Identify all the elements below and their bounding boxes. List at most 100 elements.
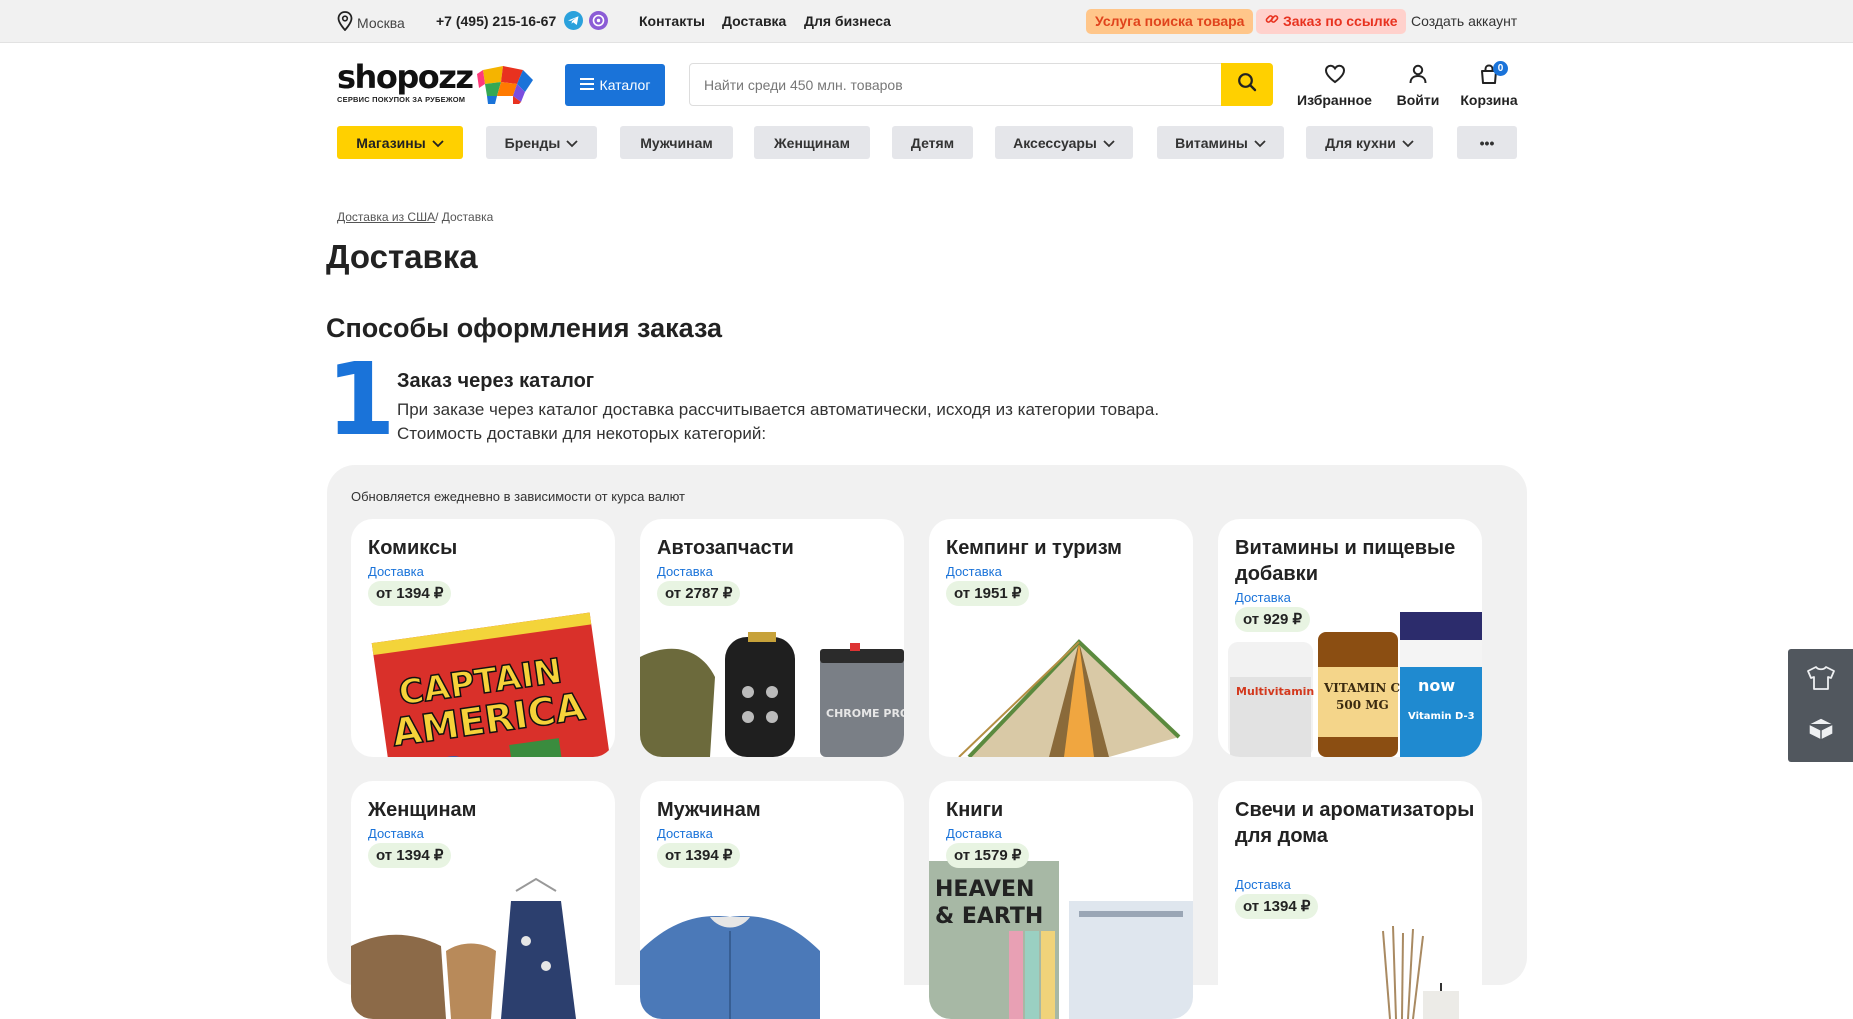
location-pin-icon — [337, 11, 353, 34]
men-clothing-image — [640, 916, 820, 1019]
tent-image — [958, 639, 1181, 757]
category-label: Аксессуары — [1013, 134, 1097, 151]
card-subtitle: Доставка — [657, 826, 713, 841]
card-price: от 1394 ₽ — [657, 843, 741, 868]
card-title: Мужчинам — [657, 799, 761, 821]
vitamin-label-text: 500 MG — [1336, 698, 1389, 712]
cart-button[interactable]: 0 Корзина — [1460, 61, 1518, 108]
card-price: от 1579 ₽ — [946, 843, 1030, 868]
category-card-books[interactable]: Книги Доставка от 1579 ₽ HEAVEN & EARTH — [929, 781, 1193, 1019]
parcel-icon[interactable] — [1805, 715, 1837, 748]
card-price: от 1394 ₽ — [368, 581, 452, 606]
phone-number[interactable]: +7 (495) 215-16-67 — [436, 13, 556, 29]
category-label: Для кухни — [1325, 134, 1396, 151]
business-link[interactable]: Для бизнеса — [804, 13, 891, 29]
create-account-link[interactable]: Создать аккаунт — [1411, 13, 1517, 29]
step-description-line: Стоимость доставки для некоторых категор… — [397, 424, 767, 443]
category-card-men[interactable]: Мужчинам Доставка от 1394 ₽ — [640, 781, 904, 1019]
delivery-link[interactable]: Доставка — [722, 13, 786, 29]
card-title: Автозапчасти — [657, 537, 794, 559]
category-card-comics[interactable]: Комиксы Доставка от 1394 ₽ CAPTAIN AMERI… — [351, 519, 615, 757]
favorites-button[interactable]: Избранное — [1297, 64, 1372, 108]
search-button[interactable] — [1221, 63, 1273, 106]
card-subtitle: Доставка — [368, 564, 424, 579]
breadcrumb-current: / Доставка — [435, 210, 494, 224]
user-icon — [1408, 64, 1428, 87]
book-title-text: HEAVEN — [935, 877, 1034, 902]
category-stores[interactable]: Магазины — [337, 126, 463, 159]
card-price: от 1394 ₽ — [368, 843, 452, 868]
search-service-button[interactable]: Услуга поиска товара — [1086, 9, 1254, 34]
category-label: Магазины — [356, 134, 426, 151]
vitamin-label-text: Vitamin D-3 — [1408, 711, 1475, 722]
card-title: Витамины и пищевые добавки — [1235, 537, 1456, 585]
more-categories-button[interactable]: ••• — [1457, 126, 1517, 159]
step-description-line: При заказе через каталог доставка рассчи… — [397, 400, 1160, 419]
category-kitchen[interactable]: Для кухни — [1306, 126, 1433, 159]
search-box — [689, 63, 1273, 106]
step-title: Заказ через каталог — [397, 370, 595, 392]
category-card-auto-parts[interactable]: Автозапчасти Доставка от 2787 ₽ CHROME P… — [640, 519, 904, 757]
card-price: от 2787 ₽ — [657, 581, 741, 606]
login-label: Войти — [1396, 92, 1440, 108]
category-card-camping[interactable]: Кемпинг и туризм Доставка от 1951 ₽ — [929, 519, 1193, 757]
card-subtitle: Доставка — [946, 826, 1002, 841]
card-title: Книги — [946, 799, 1004, 821]
category-men[interactable]: Мужчинам — [620, 126, 733, 159]
chevron-down-icon — [1254, 135, 1266, 151]
section-title: Способы оформления заказа — [326, 313, 723, 343]
search-input[interactable] — [704, 64, 1224, 105]
card-price: от 929 ₽ — [1235, 607, 1311, 632]
category-kids[interactable]: Детям — [892, 126, 973, 159]
card-title: Женщинам — [368, 799, 477, 821]
chevron-down-icon — [566, 135, 578, 151]
category-brands[interactable]: Бренды — [486, 126, 597, 159]
card-subtitle: Доставка — [657, 564, 713, 579]
vitamin-label-text: VITAMIN C — [1323, 681, 1400, 695]
cart-label: Корзина — [1460, 92, 1518, 108]
cart-count-badge: 0 — [1493, 61, 1508, 76]
category-women[interactable]: Женщинам — [754, 126, 870, 159]
telegram-icon[interactable] — [564, 11, 583, 30]
category-label: Бренды — [504, 134, 561, 151]
breadcrumb: Доставка из США/ Доставка — [337, 210, 493, 224]
battery-brand-text: CHROME PRO — [826, 707, 904, 720]
site-logo[interactable]: shopozz СЕРВИС ПОКУПОК ЗА РУБЕЖОМ — [337, 61, 474, 104]
category-accessories[interactable]: Аксессуары — [995, 126, 1133, 159]
contacts-link[interactable]: Контакты — [639, 13, 705, 29]
category-card-women[interactable]: Женщинам Доставка от 1394 ₽ — [351, 781, 615, 1019]
catalog-label: Каталог — [599, 77, 651, 93]
card-title: Комиксы — [368, 537, 458, 559]
breadcrumb-parent-link[interactable]: Доставка из США — [337, 210, 435, 224]
category-label: Витамины — [1175, 134, 1248, 151]
viber-icon[interactable] — [589, 11, 608, 30]
chevron-down-icon — [1402, 135, 1414, 151]
page-title: Доставка — [326, 238, 478, 275]
candles-image — [1382, 925, 1459, 1019]
order-by-link-label: Заказ по ссылке — [1283, 13, 1398, 29]
link-icon — [1265, 9, 1279, 34]
order-by-link-button[interactable]: Заказ по ссылке — [1256, 9, 1407, 34]
category-vitamins[interactable]: Витамины — [1157, 126, 1284, 159]
card-subtitle: Доставка — [1235, 590, 1291, 605]
step-number: 1 — [326, 341, 396, 458]
chevron-down-icon — [1103, 135, 1115, 151]
top-bar: Москва +7 (495) 215-16-67 Контакты Доста… — [0, 0, 1853, 43]
category-card-vitamins[interactable]: Витамины и пищевые добавки Доставка от 9… — [1218, 519, 1482, 757]
auto-parts-image: CHROME PRO — [640, 632, 904, 757]
book-title-text: & EARTH — [935, 904, 1043, 929]
search-icon — [1237, 72, 1257, 97]
card-subtitle: Доставка — [368, 826, 424, 841]
card-price: от 1394 ₽ — [1235, 894, 1319, 919]
side-widget — [1788, 649, 1853, 762]
elephant-logo-icon — [473, 62, 537, 109]
catalog-button[interactable]: Каталог — [565, 64, 665, 106]
step-description: При заказе через каталог доставка рассчи… — [397, 398, 1297, 446]
card-subtitle: Доставка — [946, 564, 1002, 579]
category-card-candles[interactable]: Свечи и ароматизаторы для дома Доставка … — [1218, 781, 1482, 1019]
city-selector[interactable]: Москва — [337, 11, 405, 34]
hamburger-icon — [579, 77, 594, 93]
login-button[interactable]: Войти — [1394, 64, 1442, 108]
card-title: Свечи и ароматизаторы для дома — [1235, 799, 1475, 847]
tshirt-icon[interactable] — [1805, 665, 1837, 696]
